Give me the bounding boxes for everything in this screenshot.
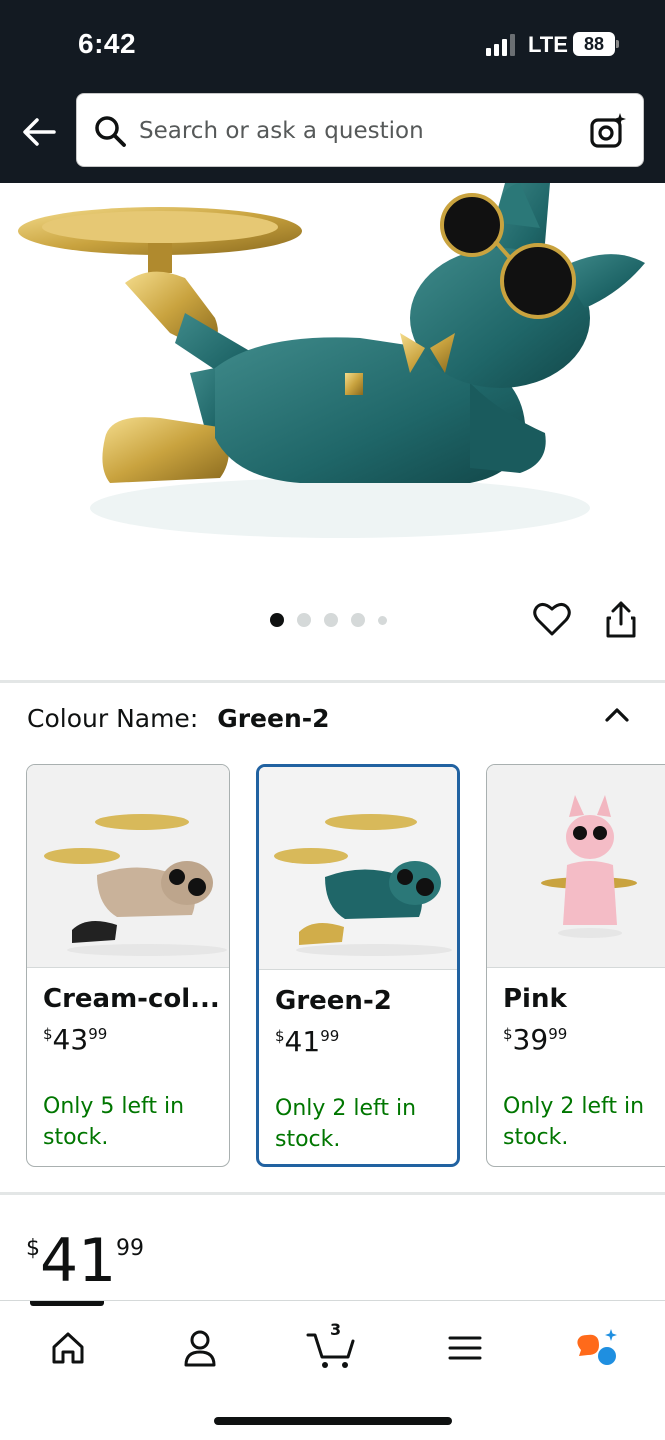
price-whole: 41 <box>40 1226 117 1296</box>
colour-selected-value: Green-2 <box>217 704 330 733</box>
colour-option-cream[interactable]: Cream-col... $4399 Only 5 left in stock. <box>26 764 230 1167</box>
share-icon[interactable] <box>603 600 639 640</box>
image-pagination <box>270 612 387 628</box>
network-type: LTE <box>528 32 568 57</box>
menu-icon[interactable] <box>437 1323 493 1373</box>
colour-option-name: Green-2 <box>275 986 392 1016</box>
active-tab-indicator <box>30 1301 104 1306</box>
price-currency: $ <box>503 1025 513 1043</box>
back-arrow-icon[interactable] <box>20 112 58 152</box>
camera-lens-icon[interactable] <box>589 112 627 150</box>
price-whole: 39 <box>512 1023 549 1056</box>
chevron-up-icon[interactable] <box>600 700 634 728</box>
price-currency: $ <box>26 1236 40 1261</box>
status-time: 6:42 <box>78 28 137 59</box>
search-icon <box>95 116 126 147</box>
price-fraction: 99 <box>548 1025 568 1043</box>
price-fraction: 99 <box>116 1236 144 1261</box>
home-icon[interactable] <box>40 1323 96 1373</box>
pagination-dot[interactable] <box>297 613 311 627</box>
colour-option-name: Cream-col... <box>43 984 220 1014</box>
colour-option-green-2[interactable]: Green-2 $4199 Only 2 left in stock. <box>256 764 460 1167</box>
search-input[interactable] <box>139 108 569 154</box>
home-indicator <box>214 1417 452 1425</box>
cart-button[interactable]: 3 <box>304 1320 360 1373</box>
stock-status: Only 2 left in stock. <box>275 1096 417 1152</box>
rufus-assistant-icon[interactable] <box>569 1323 625 1373</box>
top-bar: 6:42 LTE 88 <box>0 0 665 183</box>
colour-option-image <box>259 767 457 970</box>
colour-option-price: $4399 <box>43 1023 107 1056</box>
colour-option-image <box>487 765 665 968</box>
battery-icon: 88 <box>573 32 615 56</box>
pagination-dot-active[interactable] <box>270 613 284 627</box>
signal-icon <box>486 34 515 56</box>
stock-status: Only 5 left in stock. <box>43 1094 185 1150</box>
colour-option-price: $4199 <box>275 1025 339 1058</box>
account-icon[interactable] <box>172 1323 228 1373</box>
section-divider <box>0 680 665 683</box>
section-divider <box>0 1192 665 1195</box>
stock-status: Only 2 left in stock. <box>503 1094 645 1150</box>
colour-option-pink[interactable]: Pink $3999 Only 2 left in stock. <box>486 764 665 1167</box>
cart-count: 3 <box>330 1320 342 1339</box>
price-fraction: 99 <box>320 1027 340 1045</box>
price-whole: 41 <box>284 1025 321 1058</box>
price-currency: $ <box>43 1025 53 1043</box>
pagination-dot[interactable] <box>324 613 338 627</box>
battery-tip <box>616 40 619 48</box>
search-bar[interactable] <box>76 93 644 167</box>
colour-name-row: Colour Name: Green-2 <box>27 704 330 734</box>
colour-option-price: $3999 <box>503 1023 567 1056</box>
colour-option-name: Pink <box>503 984 567 1014</box>
pagination-dot[interactable] <box>378 615 387 625</box>
product-image[interactable] <box>0 183 665 578</box>
heart-icon[interactable] <box>532 600 572 640</box>
price-whole: 43 <box>52 1023 89 1056</box>
colour-label: Colour Name: <box>27 704 199 733</box>
pagination-dot[interactable] <box>351 613 365 627</box>
colour-option-image <box>27 765 229 968</box>
price-currency: $ <box>275 1027 285 1045</box>
price-fraction: 99 <box>88 1025 108 1043</box>
